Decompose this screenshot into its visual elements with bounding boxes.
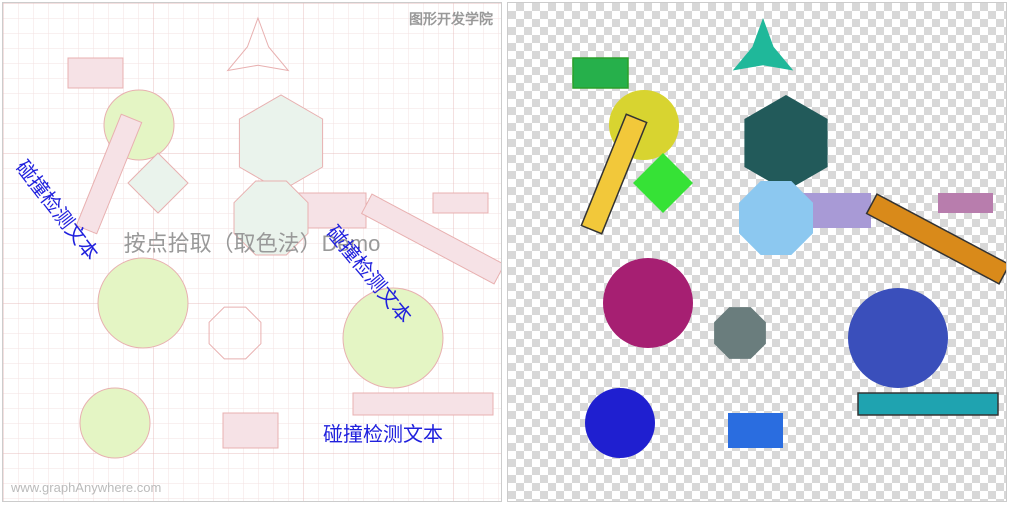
circle-shape xyxy=(848,288,948,388)
rect-shape xyxy=(223,413,278,448)
star3-shape xyxy=(733,18,794,71)
rect-shape xyxy=(68,58,123,88)
rect-shape xyxy=(353,393,493,415)
rect-shape xyxy=(728,413,783,448)
circle-shape xyxy=(98,258,188,348)
hexagon-shape xyxy=(744,95,827,191)
octagon-shape xyxy=(714,307,766,359)
rect-shape xyxy=(938,193,993,213)
octagon-shape xyxy=(739,181,813,255)
watermark-institute: 图形开发学院 xyxy=(409,9,493,29)
circle-shape xyxy=(80,388,150,458)
circle-shape xyxy=(603,258,693,348)
diamond-shape xyxy=(128,153,188,213)
collision-text-label: 碰撞检测文本 xyxy=(323,418,443,447)
watermark-url: www.graphAnywhere.com xyxy=(11,480,161,495)
circle-shape xyxy=(585,388,655,458)
dual-panel-container: 按点拾取（取色法）Demo 碰撞检测文本碰撞检测文本碰撞检测文本 图形开发学院 … xyxy=(0,0,1015,504)
rect-shape xyxy=(858,393,998,415)
rect-shape xyxy=(573,58,628,88)
color-pick-canvas-panel xyxy=(507,2,1007,502)
source-canvas-panel: 按点拾取（取色法）Demo 碰撞检测文本碰撞检测文本碰撞检测文本 图形开发学院 … xyxy=(2,2,502,502)
rect-shape xyxy=(433,193,488,213)
octagon-shape xyxy=(209,307,261,359)
star3-shape xyxy=(228,18,289,71)
right-shape-layer xyxy=(508,3,1007,502)
hexagon-shape xyxy=(239,95,322,191)
diamond-shape xyxy=(633,153,693,213)
